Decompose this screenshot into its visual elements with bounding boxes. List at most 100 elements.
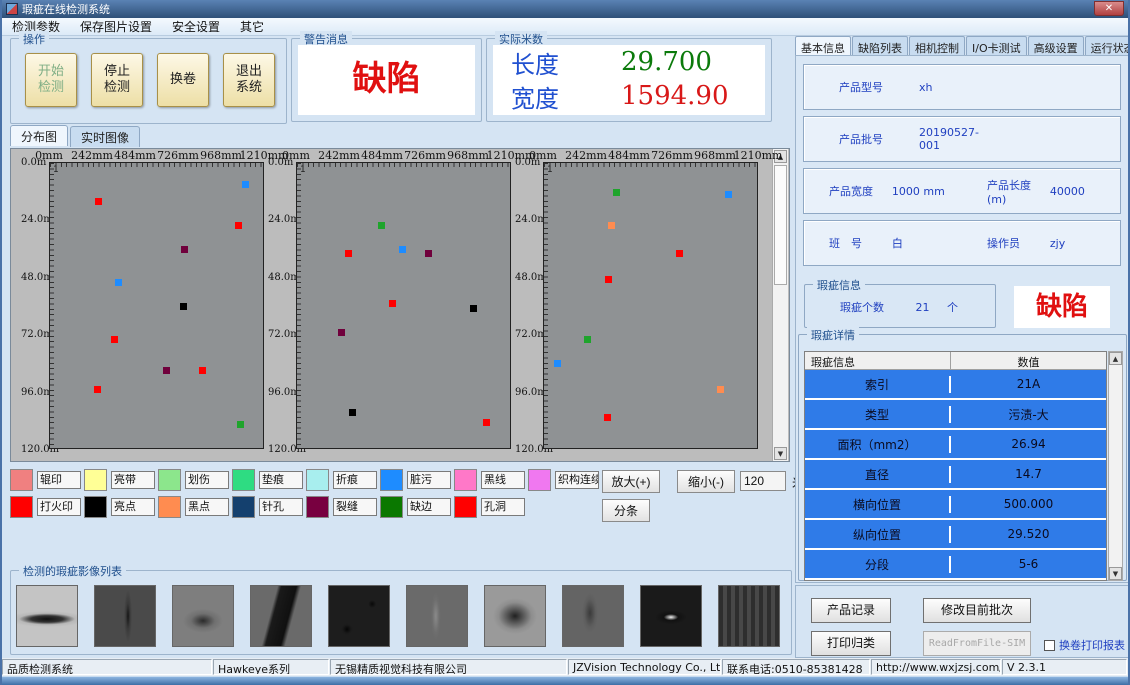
status-cell-0: 品质检测系统 <box>2 659 212 675</box>
defect-count-value: 21 <box>916 301 930 314</box>
title-bar[interactable]: 瑕疵在线检测系统 ✕ <box>2 0 1128 18</box>
table-row-5[interactable]: 纵向位置29.520 <box>805 520 1106 550</box>
defect-point <box>242 181 249 188</box>
legend-row-1: 打火印亮点黑点针孔裂缝缺边孔洞 <box>10 493 602 520</box>
print-classify-button[interactable]: 打印归类 <box>811 631 891 656</box>
defect-thumbnail-2[interactable] <box>94 585 156 647</box>
right-tab-1[interactable]: 缺陷列表 <box>852 36 908 56</box>
view-tab-0[interactable]: 分布图 <box>10 125 68 146</box>
defect-point <box>163 367 170 374</box>
plot-canvas-3[interactable]: 1 <box>543 162 758 449</box>
print-on-roll-change-checkbox[interactable]: 换卷打印报表 <box>1044 637 1125 653</box>
view-tab-1[interactable]: 实时图像 <box>70 126 140 147</box>
table-cell-label: 类型 <box>805 406 951 423</box>
plots-scrollbar[interactable]: ▲ ▼ <box>772 149 788 461</box>
table-cell-label: 索引 <box>805 376 951 393</box>
split-button[interactable]: 分条 <box>602 499 650 522</box>
operation-button-0[interactable]: 开始 检测 <box>25 53 77 107</box>
menu-item-3[interactable]: 其它 <box>230 18 274 35</box>
legend-item: 针孔 <box>232 496 306 518</box>
table-cell-value: 14.7 <box>951 467 1106 481</box>
read-from-file-button: ReadFromFile-SIM <box>923 631 1031 656</box>
legend-swatch <box>454 469 477 491</box>
thumbnail-group-title: 检测的瑕疵影像列表 <box>19 563 126 579</box>
status-cell-1: Hawkeye系列 <box>213 659 329 675</box>
info-label: 产品长度(m) <box>987 177 1050 206</box>
x-tick-label: 726mm <box>651 149 693 162</box>
meter-range-input[interactable] <box>740 471 786 491</box>
operation-button-1[interactable]: 停止 检测 <box>91 53 143 107</box>
table-scrollbar[interactable]: ▲ ▼ <box>1108 351 1123 581</box>
defect-count-unit: 个 <box>947 301 958 314</box>
window-title: 瑕疵在线检测系统 <box>22 1 110 17</box>
table-cell-value: 26.94 <box>951 437 1106 451</box>
operation-button-3[interactable]: 退出 系统 <box>223 53 275 107</box>
right-tab-2[interactable]: 相机控制 <box>909 36 965 56</box>
defect-thumbnail-10[interactable] <box>718 585 780 647</box>
legend-label: 划伤 <box>185 471 229 489</box>
operation-button-2[interactable]: 换卷 <box>157 53 209 107</box>
defect-thumbnail-6[interactable] <box>406 585 468 647</box>
table-scroll-down-icon[interactable]: ▼ <box>1109 567 1122 580</box>
defect-thumbnail-9[interactable] <box>640 585 702 647</box>
length-label: 长度 <box>511 45 621 80</box>
scrollbar-thumb[interactable] <box>774 165 787 285</box>
defect-point <box>425 250 432 257</box>
legend-swatch <box>306 469 329 491</box>
table-row-4[interactable]: 横向位置500.000 <box>805 490 1106 520</box>
right-tab-3[interactable]: I/O卡测试 <box>966 36 1027 56</box>
table-cell-label: 纵向位置 <box>805 526 951 543</box>
close-button[interactable]: ✕ <box>1094 1 1124 16</box>
zoom-out-button[interactable]: 缩小(-) <box>677 470 735 493</box>
y-tick-label: 120.0m <box>268 444 296 455</box>
modify-batch-button[interactable]: 修改目前批次 <box>923 598 1031 623</box>
y-tick-label: 24.0m <box>515 214 543 225</box>
menu-item-2[interactable]: 安全设置 <box>162 18 230 35</box>
zoom-in-button[interactable]: 放大(+) <box>602 470 660 493</box>
legend-label: 缺边 <box>407 498 451 516</box>
legend-label: 亮点 <box>111 498 155 516</box>
right-tab-5[interactable]: 运行状态信息 <box>1085 36 1130 56</box>
defect-thumbnail-8[interactable] <box>562 585 624 647</box>
product-record-button[interactable]: 产品记录 <box>811 598 891 623</box>
scroll-down-icon[interactable]: ▼ <box>774 447 787 460</box>
plot-canvas-1[interactable]: 1 <box>49 162 264 449</box>
info-value: 白 <box>892 235 962 251</box>
table-row-2[interactable]: 面积（mm2）26.94 <box>805 430 1106 460</box>
defect-thumbnail-4[interactable] <box>250 585 312 647</box>
plot-canvas-2[interactable]: 1 <box>296 162 511 449</box>
legend-item: 亮点 <box>84 496 158 518</box>
legend-item: 裂缝 <box>306 496 380 518</box>
right-tab-4[interactable]: 高级设置 <box>1028 36 1084 56</box>
menu-item-1[interactable]: 保存图片设置 <box>70 18 162 35</box>
plot-index-label: 1 <box>53 165 59 175</box>
table-row-1[interactable]: 类型污渍-大 <box>805 400 1106 430</box>
legend-label: 针孔 <box>259 498 303 516</box>
right-tab-0[interactable]: 基本信息 <box>795 36 851 56</box>
width-label: 宽度 <box>511 79 621 114</box>
table-scroll-up-icon[interactable]: ▲ <box>1109 352 1122 365</box>
table-row-3[interactable]: 直径14.7 <box>805 460 1106 490</box>
y-tick-label: 0.0m <box>21 157 49 168</box>
defect-thumbnail-3[interactable] <box>172 585 234 647</box>
y-tick-label: 96.0m <box>268 387 296 398</box>
status-cell-2: 无锡精质视觉科技有限公司 <box>330 659 567 675</box>
defect-point <box>605 276 612 283</box>
y-tick-label: 120.0m <box>21 444 49 455</box>
info-label: 操作员 <box>987 235 1050 251</box>
x-tick-label: 242mm <box>71 149 113 162</box>
defect-thumbnail-7[interactable] <box>484 585 546 647</box>
defect-thumbnails <box>16 585 780 647</box>
status-cell-4: 联系电话:0510-85381428 <box>722 659 870 675</box>
table-row-6[interactable]: 分段5-6 <box>805 550 1106 580</box>
table-row-0[interactable]: 索引21A <box>805 370 1106 400</box>
defect-thumbnail-1[interactable] <box>16 585 78 647</box>
defect-point <box>111 336 118 343</box>
defect-point <box>115 279 122 286</box>
defect-thumbnail-5[interactable] <box>328 585 390 647</box>
defect-point <box>345 250 352 257</box>
status-cell-3: JZVision Technology Co., Ltd. <box>568 659 721 675</box>
info-row-1: 产品批号20190527-001 <box>803 116 1121 162</box>
status-cell-6: V 2.3.1 <box>1002 659 1127 675</box>
checkbox-icon[interactable] <box>1044 640 1055 651</box>
